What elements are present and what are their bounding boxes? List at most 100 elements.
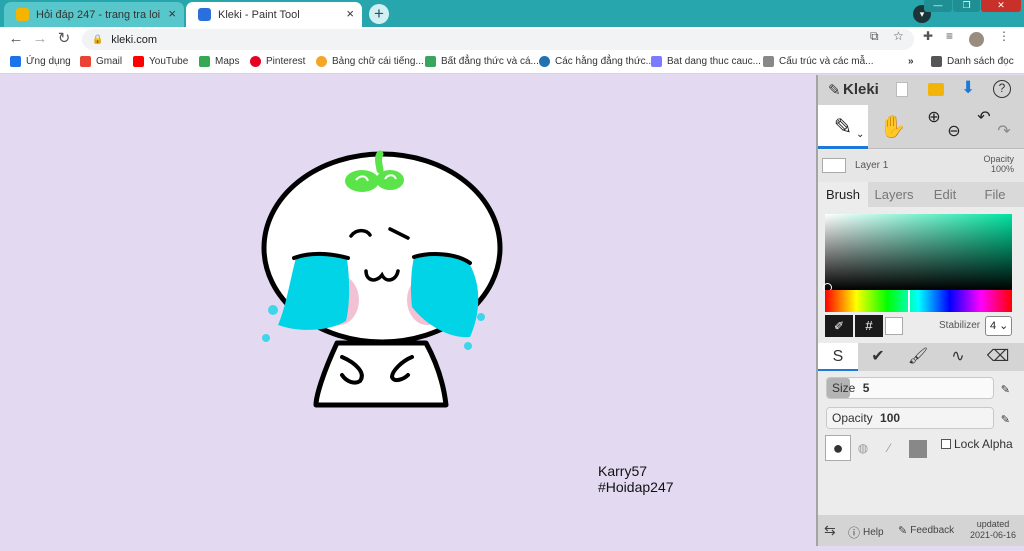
media-icon[interactable]: ≡ xyxy=(946,29,953,43)
url-bar[interactable]: 🔒 kleki.com xyxy=(82,29,914,50)
redo-icon[interactable]: ↷ xyxy=(992,105,1016,149)
reading-list-icon xyxy=(931,56,942,67)
minimize-button[interactable]: — xyxy=(924,0,952,12)
back-arrow-icon[interactable]: ← xyxy=(6,29,26,49)
tab-file[interactable]: File xyxy=(970,182,1020,207)
bookmark-favicon-icon xyxy=(651,56,662,67)
feedback-label: Feedback xyxy=(910,525,955,536)
sprout-left-leaf xyxy=(345,170,379,192)
size-edit-icon[interactable]: ✎ xyxy=(1001,380,1010,400)
download-icon[interactable]: ⬇ xyxy=(961,78,975,98)
updated-info[interactable]: updated 2021-06-16 xyxy=(970,519,1016,541)
translate-icon[interactable]: ⧉ xyxy=(870,29,879,44)
bookmark-label: Bảng chữ cái tiếng... xyxy=(332,56,424,67)
tear-drop xyxy=(262,334,270,342)
apps-grid-icon xyxy=(10,56,21,67)
brush-opacity-slider[interactable]: Opacity 100 ✎ xyxy=(826,407,1010,429)
bookmark-youtube[interactable]: YouTube xyxy=(133,56,188,67)
hand-tool-icon[interactable]: ✋ xyxy=(868,105,918,149)
pencil-tip-icon[interactable]: ⁄ xyxy=(879,438,899,458)
tab-kleki[interactable]: Kleki - Paint Tool × xyxy=(186,2,362,27)
hue-cursor xyxy=(908,290,910,312)
bookmark-label: Ứng dụng xyxy=(26,56,71,67)
kleki-header: ✎ Kleki ⬇ ? xyxy=(818,75,1024,105)
eyedropper-icon[interactable]: ✐ xyxy=(825,315,853,337)
bookmark-favicon-icon xyxy=(425,56,436,67)
feedback-button[interactable]: ✎ Feedback xyxy=(898,524,954,537)
current-layer-row[interactable]: Layer 1 Opacity 100% xyxy=(818,150,1024,182)
bookmark-label: Bất đẳng thức và cá... xyxy=(441,56,539,67)
reading-list-label: Danh sách đọc xyxy=(947,56,1014,67)
secondary-color-swatch[interactable] xyxy=(885,317,903,335)
panel-tabs: Brush Layers Edit File xyxy=(818,182,1024,207)
bookmark-hang-dang-thuc[interactable]: Các hằng đẳng thức... xyxy=(539,56,654,67)
sketchy-brush-icon[interactable]: 🖌 xyxy=(898,343,938,371)
stabilizer-select[interactable]: 4 ⌄ xyxy=(985,316,1012,336)
brush-shape-row: ● ◍ ⁄ Lock Alpha xyxy=(825,435,1020,461)
color-swatch-row: ✐ # Stabilizer 4 ⌄ xyxy=(825,315,1020,337)
tool-selector-row: ✎ ⌄ ✋ ⊕ ⊖ ↶ ↷ xyxy=(818,105,1024,149)
opacity-edit-icon[interactable]: ✎ xyxy=(1001,410,1010,430)
tab-edit[interactable]: Edit xyxy=(920,182,970,207)
help-button[interactable]: ⓘ Help xyxy=(848,524,884,541)
opacity-label: Opacity xyxy=(832,411,873,425)
pen-brush-icon[interactable]: S xyxy=(818,343,858,371)
updated-label: updated xyxy=(976,519,1010,529)
bookmark-label: Pinterest xyxy=(266,56,306,67)
menu-kebab-icon[interactable]: ⋮ xyxy=(998,29,1010,43)
hex-input-button[interactable]: # xyxy=(855,315,883,337)
close-window-button[interactable]: ✕ xyxy=(981,0,1021,12)
tab-brush[interactable]: Brush xyxy=(818,182,868,207)
new-tab-button[interactable]: + xyxy=(369,4,389,24)
bookmark-bat-dang-thuc[interactable]: Bất đẳng thức và cá... xyxy=(425,56,539,67)
bookmark-cau-truc[interactable]: Cấu trúc và các mẫ... xyxy=(763,56,873,67)
pinterest-icon xyxy=(250,56,261,67)
bookmark-star-icon[interactable]: ☆ xyxy=(893,29,904,43)
smudge-brush-icon[interactable]: ∿ xyxy=(938,343,978,371)
eraser-icon[interactable]: ⌫ xyxy=(978,343,1018,371)
bookmark-maps[interactable]: Maps xyxy=(199,56,239,67)
size-label: Size xyxy=(832,381,856,395)
color-picker-area[interactable] xyxy=(823,214,1012,292)
youtube-icon xyxy=(133,56,144,67)
round-tip-button[interactable]: ● xyxy=(825,435,851,461)
help-circle-icon: ⓘ xyxy=(848,526,861,540)
bookmarks-bar: Ứng dụng Gmail YouTube Maps Pinterest Bả… xyxy=(0,52,1024,74)
wordpress-icon xyxy=(539,56,550,67)
restore-button[interactable]: ❐ xyxy=(953,0,980,12)
opacity-value: 100 xyxy=(880,411,901,425)
tab-layers[interactable]: Layers xyxy=(868,182,920,207)
blend-brush-icon[interactable]: ✔ xyxy=(858,343,898,371)
brush-tool-button[interactable]: ✎ ⌄ xyxy=(818,105,868,149)
close-tab-icon[interactable]: × xyxy=(346,6,354,21)
new-image-icon[interactable] xyxy=(896,82,908,97)
forward-arrow-icon[interactable]: → xyxy=(30,29,50,49)
help-icon[interactable]: ? xyxy=(993,80,1011,98)
swap-side-icon[interactable]: ⇆ xyxy=(824,522,836,539)
drawing-canvas[interactable] xyxy=(0,75,816,546)
texture-tip-icon[interactable]: ◍ xyxy=(853,438,873,458)
sprout-right-leaf xyxy=(376,170,404,190)
open-folder-icon[interactable] xyxy=(928,83,944,96)
close-tab-icon[interactable]: × xyxy=(168,6,176,21)
extensions-icon[interactable]: ✚ xyxy=(923,29,933,43)
bookmark-pinterest[interactable]: Pinterest xyxy=(250,56,305,67)
bookmark-bang-chu-cai[interactable]: Bảng chữ cái tiếng... xyxy=(316,56,424,67)
square-tip-button[interactable] xyxy=(909,440,927,458)
lock-alpha-checkbox[interactable]: Lock Alpha xyxy=(941,437,1013,451)
panel-footer: ⇆ ⓘ Help ✎ Feedback updated 2021-06-16 xyxy=(818,515,1024,546)
reading-list-button[interactable]: Danh sách đọc xyxy=(931,56,1014,67)
bookmarks-overflow-button[interactable]: » xyxy=(908,56,914,67)
bookmark-bat-dang-thuc-cauchy[interactable]: Bat dang thuc cauc... xyxy=(651,56,761,67)
tab-hoidap247[interactable]: Hỏi đáp 247 - trang tra loi × xyxy=(4,2,184,27)
brush-size-slider[interactable]: Size 5 ✎ xyxy=(826,377,1010,399)
hue-slider[interactable] xyxy=(825,290,1012,312)
lock-alpha-label: Lock Alpha xyxy=(954,437,1013,451)
kleki-tool-panel: ✎ Kleki ⬇ ? ✎ ⌄ ✋ ⊕ ⊖ ↶ ↷ Layer 1 Opacity… xyxy=(816,75,1024,546)
bookmark-label: Các hằng đẳng thức... xyxy=(555,56,654,67)
bookmark-apps[interactable]: Ứng dụng xyxy=(10,56,71,67)
bookmark-gmail[interactable]: Gmail xyxy=(80,56,122,67)
reload-icon[interactable]: ↻ xyxy=(54,29,74,49)
avatar[interactable] xyxy=(969,32,984,47)
zoom-out-icon[interactable]: ⊖ xyxy=(942,105,966,149)
